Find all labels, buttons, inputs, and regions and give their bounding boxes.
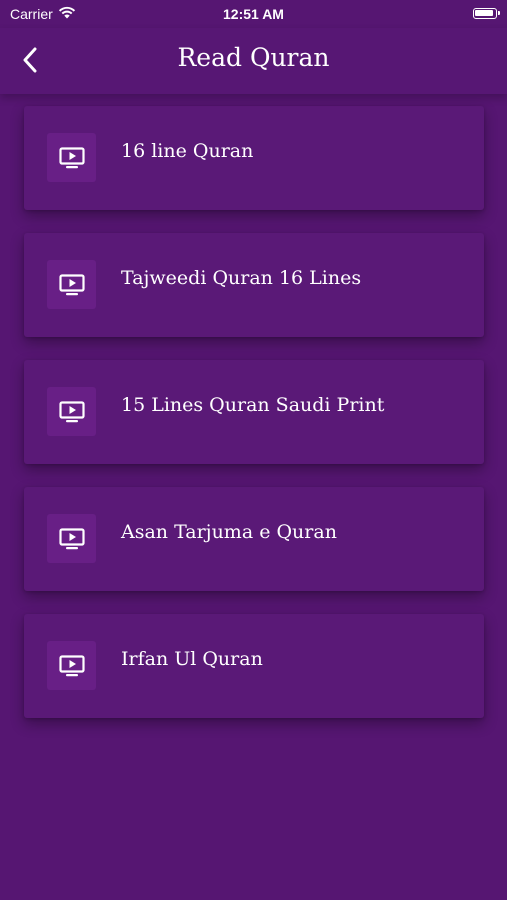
list-item-tajweedi-quran[interactable]: Tajweedi Quran 16 Lines (24, 233, 484, 337)
list-item-asan-tarjuma[interactable]: Asan Tarjuma e Quran (24, 487, 484, 591)
page-title: Read Quran (177, 43, 330, 72)
list-item-irfan-ul-quran[interactable]: Irfan Ul Quran (24, 614, 484, 718)
tv-play-icon (47, 133, 96, 182)
list-item-16-line-quran[interactable]: 16 line Quran (24, 106, 484, 210)
navigation-bar: Read Quran (0, 28, 507, 94)
tv-play-icon (47, 387, 96, 436)
tv-play-icon (47, 641, 96, 690)
status-time: 12:51 AM (223, 6, 284, 22)
list-item-label: 16 line Quran (121, 140, 254, 162)
quran-list: 16 line Quran Tajweedi Quran 16 Lines 15… (24, 106, 484, 741)
list-item-label: Asan Tarjuma e Quran (121, 521, 337, 543)
list-item-label: Tajweedi Quran 16 Lines (121, 267, 362, 289)
tv-play-icon (47, 514, 96, 563)
list-item-label: Irfan Ul Quran (121, 648, 263, 670)
tv-play-icon (47, 260, 96, 309)
battery-icon (473, 8, 500, 19)
list-item-15-lines-saudi-print[interactable]: 15 Lines Quran Saudi Print (24, 360, 484, 464)
status-bar: Carrier 12:51 AM (0, 0, 507, 28)
list-item-label: 15 Lines Quran Saudi Print (121, 394, 385, 416)
